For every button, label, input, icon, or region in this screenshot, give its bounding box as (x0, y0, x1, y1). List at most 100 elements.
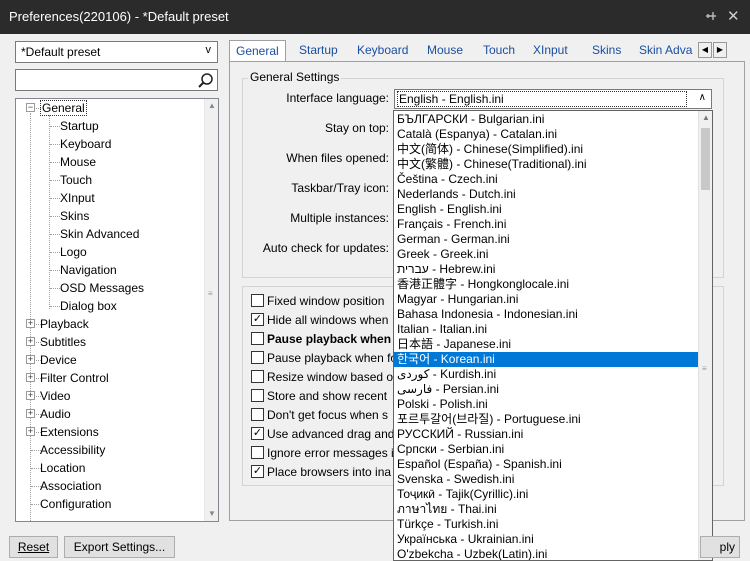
tree-item-subtitles[interactable]: Subtitles (40, 333, 86, 351)
language-option[interactable]: 中文(繁體) - Chinese(Traditional).ini (394, 157, 699, 172)
tree-item-location[interactable]: Location (40, 459, 85, 477)
language-option[interactable]: German - German.ini (394, 232, 699, 247)
scroll-up-icon[interactable]: ▲ (208, 101, 216, 110)
checkmark-icon[interactable]: ✓ (251, 427, 264, 440)
tree-item-extensions[interactable]: Extensions (40, 423, 99, 441)
tab-skins[interactable]: Skins (586, 40, 627, 62)
tree-item-skin-advanced[interactable]: Skin Advanced (60, 225, 139, 243)
language-option[interactable]: Polski - Polish.ini (394, 397, 699, 412)
tree-item-configuration[interactable]: Configuration (40, 495, 111, 513)
expand-icon[interactable]: + (26, 319, 35, 328)
pin-icon[interactable] (704, 9, 720, 25)
language-option[interactable]: ภาษาไทย - Thai.ini (394, 502, 699, 517)
dropdown-scrollbar[interactable]: ▲ ≡ (698, 111, 712, 560)
language-option[interactable]: 포르투갈어(브라질) - Portuguese.ini (394, 412, 699, 427)
language-option[interactable]: Тоҷикӣ - Tajik(Cyrillic).ini (394, 487, 699, 502)
language-option[interactable]: Italian - Italian.ini (394, 322, 699, 337)
tab-scroll-right-icon[interactable]: ▶ (713, 42, 727, 58)
checkbox-box[interactable] (251, 332, 264, 345)
checkbox-box[interactable] (251, 408, 264, 421)
expand-icon[interactable]: + (26, 427, 35, 436)
search-icon[interactable] (197, 72, 214, 89)
language-option[interactable]: БЪЛГАРСКИ - Bulgarian.ini (394, 112, 699, 127)
tree-item-video[interactable]: Video (40, 387, 70, 405)
tree-item-device[interactable]: Device (40, 351, 77, 369)
tree-item-audio[interactable]: Audio (40, 405, 71, 423)
expand-icon[interactable]: + (26, 337, 35, 346)
reset-button[interactable]: Reset (9, 536, 58, 558)
tree-item-osd-messages[interactable]: OSD Messages (60, 279, 144, 297)
settings-tree[interactable]: General − Startup Keyboard Mouse Touch XInput S… (15, 98, 219, 522)
tree-item-dialog-box[interactable]: Dialog box (60, 297, 117, 315)
language-option[interactable]: Magyar - Hungarian.ini (394, 292, 699, 307)
tree-item-touch[interactable]: Touch (60, 171, 92, 189)
interface-language-select[interactable]: English - English.ini ∧ (394, 89, 712, 109)
tree-item-accessibility[interactable]: Accessibility (40, 441, 105, 459)
tab-keyboard[interactable]: Keyboard (351, 40, 414, 62)
tree-item-mouse[interactable]: Mouse (60, 153, 96, 171)
language-option[interactable]: Türkçe - Turkish.ini (394, 517, 699, 532)
scroll-grip-icon[interactable]: ≡ (702, 364, 707, 373)
expand-icon[interactable]: + (26, 355, 35, 364)
tab-general[interactable]: General (229, 40, 286, 62)
search-input[interactable] (15, 69, 218, 91)
language-option[interactable]: РУССКИЙ - Russian.ini (394, 427, 699, 442)
language-option[interactable]: Greek - Greek.ini (394, 247, 699, 262)
scroll-down-icon[interactable]: ▼ (208, 509, 216, 518)
language-option[interactable]: Čeština - Czech.ini (394, 172, 699, 187)
checkmark-icon[interactable]: ✓ (251, 313, 264, 326)
tab-scroll-left-icon[interactable]: ◀ (698, 42, 712, 58)
collapse-icon[interactable]: − (26, 103, 35, 112)
language-option[interactable]: O'zbekcha - Uzbek(Latin).ini (394, 547, 699, 560)
scroll-up-icon[interactable]: ▲ (702, 113, 710, 122)
checkbox-box[interactable] (251, 370, 264, 383)
checkbox-box[interactable] (251, 446, 264, 459)
language-option[interactable]: Українська - Ukrainian.ini (394, 532, 699, 547)
tree-item-skins[interactable]: Skins (60, 207, 89, 225)
language-option[interactable]: Français - French.ini (394, 217, 699, 232)
apply-button[interactable]: ply (700, 536, 740, 558)
language-option[interactable]: کوردی - Kurdish.ini (394, 367, 699, 382)
tree-item-xinput[interactable]: XInput (60, 189, 95, 207)
language-option[interactable]: 日本語 - Japanese.ini (394, 337, 699, 352)
checkbox-box[interactable] (251, 351, 264, 364)
checkbox-box[interactable] (251, 389, 264, 402)
tree-item-general[interactable]: General (40, 99, 87, 117)
preset-select[interactable]: *Default preset v (15, 41, 218, 63)
export-settings-button[interactable]: Export Settings... (64, 536, 175, 558)
tree-item-keyboard[interactable]: Keyboard (60, 135, 111, 153)
scroll-grip-icon[interactable]: ≡ (208, 289, 213, 298)
language-option[interactable]: Svenska - Swedish.ini (394, 472, 699, 487)
language-option[interactable]: Español (España) - Spanish.ini (394, 457, 699, 472)
tree-item-association[interactable]: Association (40, 477, 101, 495)
checkmark-icon[interactable]: ✓ (251, 465, 264, 478)
tab-touch[interactable]: Touch (477, 40, 521, 62)
language-option[interactable]: 香港正體字 - Hongkonglocale.ini (394, 277, 699, 292)
tree-scrollbar[interactable]: ▲ ≡ ▼ (204, 99, 218, 521)
tree-item-navigation[interactable]: Navigation (60, 261, 117, 279)
tab-xinput[interactable]: XInput (527, 40, 574, 62)
close-icon[interactable]: ✕ (727, 7, 743, 25)
tree-item-startup[interactable]: Startup (60, 117, 99, 135)
expand-icon[interactable]: + (26, 391, 35, 400)
language-option[interactable]: 한국어 - Korean.ini (394, 352, 699, 367)
tree-item-filter-control[interactable]: Filter Control (40, 369, 109, 387)
language-option[interactable]: فارسی - Persian.ini (394, 382, 699, 397)
tree-item-playback[interactable]: Playback (40, 315, 89, 333)
language-option[interactable]: Català (Espanya) - Catalan.ini (394, 127, 699, 142)
language-option[interactable]: Nederlands - Dutch.ini (394, 187, 699, 202)
tree-item-logo[interactable]: Logo (60, 243, 87, 261)
language-dropdown[interactable]: БЪЛГАРСКИ - Bulgarian.ini Català (Espanya… (393, 110, 713, 561)
expand-icon[interactable]: + (26, 373, 35, 382)
language-option[interactable]: עברית - Hebrew.ini (394, 262, 699, 277)
checkbox-box[interactable] (251, 294, 264, 307)
language-option[interactable]: Bahasa Indonesia - Indonesian.ini (394, 307, 699, 322)
language-option[interactable]: English - English.ini (394, 202, 699, 217)
tab-startup[interactable]: Startup (293, 40, 344, 62)
language-option[interactable]: 中文(简体) - Chinese(Simplified).ini (394, 142, 699, 157)
tab-mouse[interactable]: Mouse (421, 40, 469, 62)
tab-skin-adva[interactable]: Skin Adva (633, 40, 698, 62)
expand-icon[interactable]: + (26, 409, 35, 418)
scroll-thumb[interactable] (701, 128, 710, 190)
language-option[interactable]: Српски - Serbian.ini (394, 442, 699, 457)
